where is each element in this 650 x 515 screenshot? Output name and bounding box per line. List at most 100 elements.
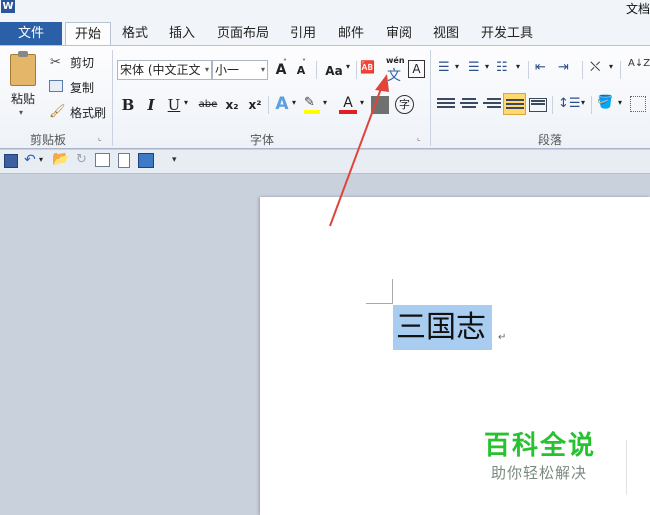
watermark-subtitle: 助你轻松解决 bbox=[491, 464, 588, 482]
cut-button[interactable]: 剪切 bbox=[66, 52, 98, 74]
grow-font-button[interactable]: A bbox=[271, 59, 291, 81]
decrease-indent-icon[interactable]: ⇤ bbox=[535, 60, 546, 75]
format-painter-button[interactable]: 格式刷 bbox=[66, 102, 110, 124]
underline-button[interactable]: U bbox=[164, 94, 184, 116]
chevron-down-icon[interactable]: ▾ bbox=[184, 98, 188, 107]
align-left-icon[interactable] bbox=[437, 98, 455, 112]
align-center-icon[interactable] bbox=[460, 98, 478, 112]
format-painter-icon: 🖌 bbox=[49, 104, 66, 119]
chevron-down-icon[interactable]: ▾ bbox=[346, 62, 350, 71]
tab-home[interactable]: 开始 bbox=[65, 22, 111, 45]
text-effects-button[interactable]: A bbox=[272, 93, 292, 115]
chevron-down-icon[interactable]: ▾ bbox=[618, 98, 622, 107]
open-folder-icon[interactable]: 📂 bbox=[52, 151, 69, 167]
new-document-icon[interactable] bbox=[118, 153, 130, 168]
word-app-icon[interactable]: W bbox=[1, 0, 15, 13]
enclose-characters-button[interactable]: 字 bbox=[395, 95, 414, 114]
subscript-button[interactable]: x₂ bbox=[222, 94, 242, 116]
increase-indent-icon[interactable]: ⇥ bbox=[558, 60, 569, 75]
chevron-down-icon[interactable]: ▾ bbox=[516, 62, 520, 71]
paste-dropdown-arrow-icon[interactable]: ▾ bbox=[19, 108, 23, 117]
font-name-combo[interactable]: 宋体 (中文正文 ▾ bbox=[117, 60, 212, 80]
redo-icon[interactable]: ↻ bbox=[76, 152, 87, 167]
print-preview-icon[interactable] bbox=[138, 153, 154, 168]
phonetic-guide-pinyin: wén bbox=[386, 56, 405, 65]
font-size-value: 小一 bbox=[215, 63, 240, 77]
justify-button[interactable] bbox=[503, 93, 526, 115]
bold-button[interactable]: B bbox=[118, 94, 138, 116]
edit-document-icon[interactable] bbox=[95, 153, 110, 167]
font-group-label: 字体 bbox=[249, 133, 274, 147]
tab-insert[interactable]: 插入 bbox=[163, 22, 201, 45]
tab-mailings[interactable]: 邮件 bbox=[332, 22, 370, 45]
shrink-font-button[interactable]: A bbox=[291, 60, 311, 82]
shading-bucket-icon[interactable]: 🪣 bbox=[597, 95, 613, 110]
clear-formatting-icon[interactable]: 🆎 bbox=[360, 60, 375, 74]
separator bbox=[620, 61, 621, 79]
paragraph-group-label: 段落 bbox=[537, 133, 562, 147]
undo-icon[interactable]: ↶ bbox=[24, 152, 36, 168]
highlight-color-swatch bbox=[304, 110, 320, 114]
paragraph-mark: ↵ bbox=[498, 332, 507, 343]
character-border-button[interactable]: A bbox=[408, 60, 425, 78]
group-separator bbox=[430, 50, 431, 146]
chinese-layout-icon[interactable]: ⛌ bbox=[590, 59, 600, 75]
copy-button[interactable]: 复制 bbox=[66, 77, 98, 99]
save-icon[interactable] bbox=[4, 154, 18, 168]
chevron-down-icon[interactable]: ▾ bbox=[323, 98, 327, 107]
document-page[interactable] bbox=[260, 197, 650, 515]
window-title: 文档 bbox=[625, 2, 650, 16]
scissors-icon: ✂ bbox=[50, 55, 61, 70]
chevron-down-icon[interactable]: ▾ bbox=[609, 62, 613, 71]
customize-toolbar-icon[interactable]: ▾ bbox=[172, 155, 177, 165]
margin-corner-mark bbox=[366, 303, 393, 304]
tab-developer[interactable]: 开发工具 bbox=[474, 22, 540, 45]
distributed-icon[interactable] bbox=[529, 98, 547, 112]
separator bbox=[528, 61, 529, 79]
clipboard-group-label: 剪贴板 bbox=[29, 133, 66, 147]
group-separator bbox=[112, 50, 113, 146]
tab-review[interactable]: 审阅 bbox=[380, 22, 418, 45]
separator bbox=[582, 61, 583, 79]
character-shading-icon[interactable] bbox=[371, 96, 389, 114]
clipboard-launcher-icon[interactable]: ⌞ bbox=[98, 133, 102, 142]
tab-references[interactable]: 引用 bbox=[284, 22, 322, 45]
change-case-button[interactable]: Aa bbox=[321, 60, 347, 82]
numbering-icon[interactable]: ☰ bbox=[468, 60, 480, 75]
multilevel-list-icon[interactable]: ☷ bbox=[496, 60, 508, 75]
font-size-combo[interactable]: 小一 ▾ bbox=[212, 60, 268, 80]
grow-arrow-icon: ˄ bbox=[283, 58, 287, 67]
selected-document-text[interactable]: 三国志 bbox=[393, 305, 492, 350]
chevron-down-icon[interactable]: ▾ bbox=[205, 61, 209, 79]
line-spacing-icon[interactable]: ↕☰ bbox=[558, 96, 581, 111]
borders-icon[interactable] bbox=[630, 96, 646, 112]
chevron-down-icon[interactable]: ▾ bbox=[581, 98, 585, 107]
chevron-down-icon[interactable]: ▾ bbox=[261, 61, 265, 79]
font-launcher-icon[interactable]: ⌞ bbox=[417, 133, 421, 142]
bullets-icon[interactable]: ☰ bbox=[438, 60, 450, 75]
tab-file[interactable]: 文件 bbox=[0, 22, 62, 45]
tab-page-layout[interactable]: 页面布局 bbox=[211, 22, 275, 45]
font-color-swatch bbox=[339, 110, 357, 114]
justify-icon bbox=[506, 99, 524, 113]
tab-view[interactable]: 视图 bbox=[427, 22, 465, 45]
chevron-down-icon[interactable]: ▾ bbox=[455, 62, 459, 71]
chevron-down-icon[interactable]: ▾ bbox=[360, 98, 364, 107]
italic-button[interactable]: I bbox=[141, 94, 161, 116]
sort-button[interactable]: A↓Z bbox=[628, 59, 650, 69]
highlighter-pen-icon[interactable]: ✎ bbox=[304, 95, 315, 110]
page-edge-line bbox=[626, 440, 627, 495]
phonetic-guide-button[interactable]: 文 bbox=[387, 65, 401, 85]
separator bbox=[591, 96, 592, 114]
strikethrough-button[interactable]: abe bbox=[196, 94, 220, 116]
chevron-down-icon[interactable]: ▾ bbox=[39, 155, 43, 164]
chevron-down-icon[interactable]: ▾ bbox=[485, 62, 489, 71]
paste-button[interactable]: 粘贴 bbox=[6, 88, 40, 110]
paste-clipboard-icon[interactable] bbox=[10, 51, 36, 86]
chevron-down-icon[interactable]: ▾ bbox=[292, 98, 296, 107]
superscript-button[interactable]: x² bbox=[245, 94, 265, 116]
separator bbox=[552, 96, 553, 114]
tab-format[interactable]: 格式 bbox=[116, 22, 154, 45]
title-bar bbox=[0, 0, 650, 20]
align-right-icon[interactable] bbox=[483, 98, 501, 112]
